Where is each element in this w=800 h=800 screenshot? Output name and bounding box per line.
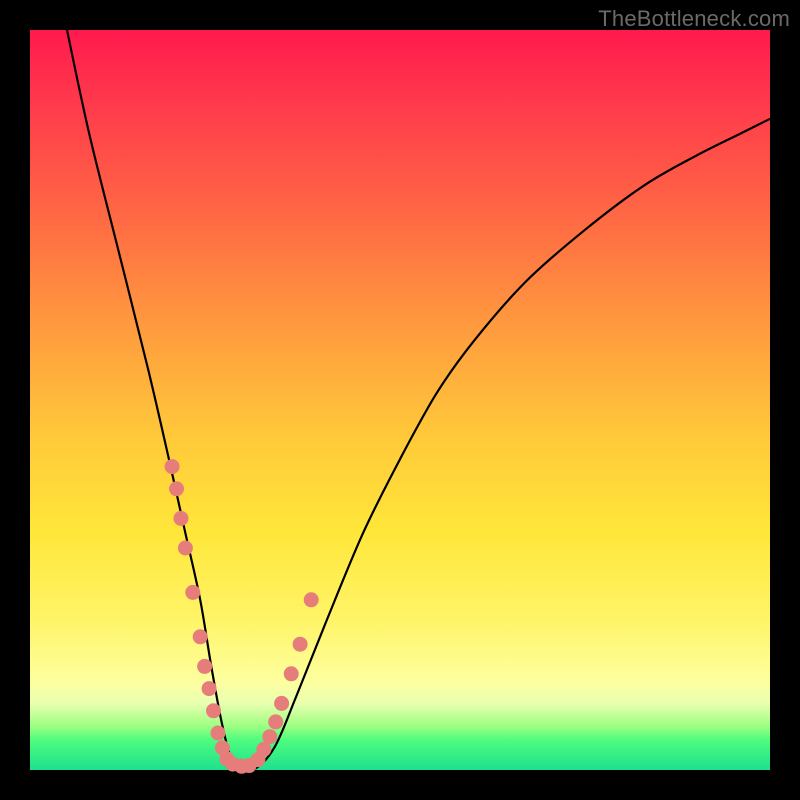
scatter-dot bbox=[169, 481, 184, 496]
chart-frame: TheBottleneck.com bbox=[0, 0, 800, 800]
watermark-text: TheBottleneck.com bbox=[598, 6, 790, 32]
scatter-dot bbox=[178, 541, 193, 556]
scatter-dot bbox=[202, 681, 217, 696]
scatter-dot bbox=[210, 726, 225, 741]
scatter-dot bbox=[197, 659, 212, 674]
scatter-dot bbox=[173, 511, 188, 526]
scatter-dot bbox=[284, 666, 299, 681]
scatter-dot bbox=[185, 585, 200, 600]
scatter-dot bbox=[293, 637, 308, 652]
scatter-dot bbox=[193, 629, 208, 644]
bottleneck-curve bbox=[67, 30, 770, 771]
scatter-group bbox=[165, 459, 319, 774]
scatter-dot bbox=[268, 714, 283, 729]
curve-svg bbox=[30, 30, 770, 770]
scatter-dot bbox=[274, 696, 289, 711]
scatter-dot bbox=[304, 592, 319, 607]
scatter-dot bbox=[206, 703, 221, 718]
plot-area bbox=[30, 30, 770, 770]
scatter-dot bbox=[165, 459, 180, 474]
scatter-dot bbox=[262, 729, 277, 744]
